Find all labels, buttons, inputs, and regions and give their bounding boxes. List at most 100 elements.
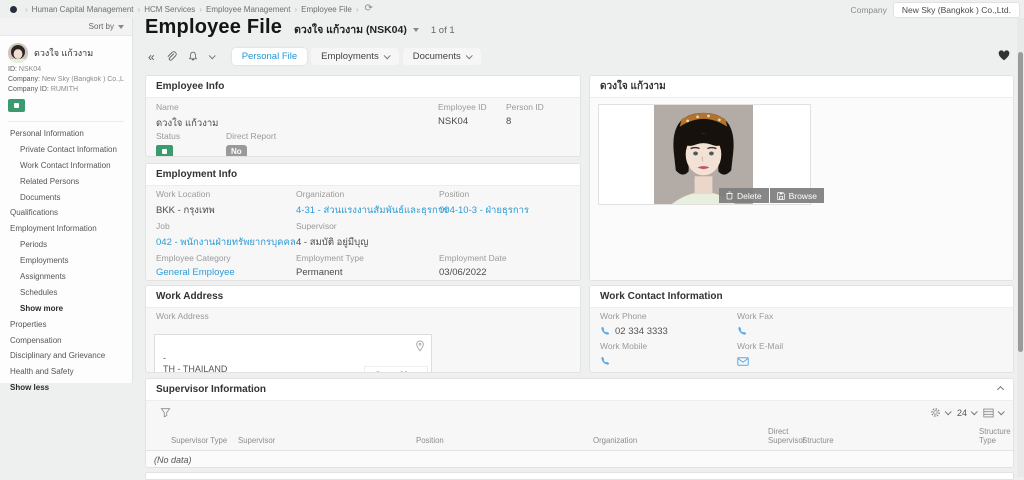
app-window: › Human Capital Management › HCM Service… bbox=[0, 0, 1024, 480]
location-pin-icon bbox=[415, 340, 425, 352]
vertical-scrollbar[interactable] bbox=[1017, 18, 1024, 477]
field-employment-type: Employment Type Permanent bbox=[296, 253, 364, 278]
gear-icon bbox=[931, 408, 940, 417]
field-employment-date: Employment Date 03/06/2022 bbox=[439, 253, 507, 278]
collapse-section-chevron-icon[interactable] bbox=[996, 385, 1005, 394]
field-direct-report: Direct Report No bbox=[226, 131, 277, 156]
column-organization[interactable]: Organization bbox=[593, 436, 637, 446]
tab-documents[interactable]: Documents bbox=[402, 48, 481, 65]
browse-icon bbox=[776, 191, 785, 200]
field-organization: Organization 4-31 - ส่วนแรงงานสัมพันธ์แล… bbox=[296, 189, 449, 218]
scrollbar-thumb[interactable] bbox=[1018, 52, 1023, 352]
company-value-dropdown[interactable]: New Sky (Bangkok ) Co.,Ltd. bbox=[892, 2, 1020, 18]
profile-company: Company: New Sky (Bangkok ) Co.,Ltd. bbox=[8, 76, 124, 83]
app-logo-icon[interactable] bbox=[10, 5, 17, 13]
collapse-panel-icon[interactable]: « bbox=[148, 51, 155, 63]
sidebar-item-health-safety[interactable]: Health and Safety bbox=[0, 364, 132, 380]
employee-profile-card[interactable]: ดวงใจ แก้วงาม ID: NSK04 Company: New Sky… bbox=[0, 36, 132, 122]
position-link[interactable]: 004-10-3 - ฝ่ายธุรการ bbox=[439, 203, 529, 218]
breadcrumb-item-hcm[interactable]: Human Capital Management bbox=[32, 5, 134, 14]
column-supervisor-type[interactable]: Supervisor Type bbox=[171, 436, 227, 446]
next-section-card-edge bbox=[145, 472, 1014, 480]
sidebar-item-disciplinary-grievance[interactable]: Disciplinary and Grievance bbox=[0, 348, 132, 364]
sidebar-item-qualifications[interactable]: Qualifications bbox=[0, 205, 132, 221]
sidebar-item-related-persons[interactable]: Related Persons bbox=[0, 174, 132, 190]
address-line-1: - bbox=[163, 353, 166, 363]
view-mode-selector[interactable] bbox=[983, 408, 1005, 418]
sidebar-item-documents[interactable]: Documents bbox=[0, 190, 132, 206]
field-person-id: Person ID 8 bbox=[506, 102, 544, 127]
sidebar-item-periods[interactable]: Periods bbox=[0, 237, 132, 253]
sidebar-item-private-contact-information[interactable]: Private Contact Information bbox=[0, 142, 132, 158]
organization-link[interactable]: 4-31 - ส่วนแรงงานสัมพันธ์และธุรการ bbox=[296, 203, 448, 218]
sidebar: Sort by ดวงใจ แก้วงาม ID: NSK04 Company:… bbox=[0, 18, 133, 392]
phone-icon bbox=[738, 326, 747, 335]
sidebar-item-employment-information[interactable]: Employment Information bbox=[0, 221, 132, 237]
filter-funnel-icon[interactable] bbox=[160, 407, 171, 418]
bell-dropdown-chevron-icon[interactable] bbox=[208, 52, 216, 60]
sidebar-item-properties[interactable]: Properties bbox=[0, 317, 132, 333]
breadcrumb-item-hcm-services[interactable]: HCM Services bbox=[144, 5, 195, 14]
sidebar-item-personal-information[interactable]: Personal Information bbox=[0, 126, 132, 142]
field-work-mobile: Work Mobile bbox=[600, 341, 647, 367]
work-address-card: Work Address Work Address - TH - THAILAN… bbox=[145, 285, 581, 373]
direct-report-badge: No bbox=[226, 145, 247, 156]
work-address-field-label: Work Address bbox=[156, 311, 209, 321]
field-name: Name ดวงใจ แก้วงาม bbox=[156, 102, 219, 129]
work-address-title: Work Address bbox=[156, 291, 224, 302]
company-label: Company bbox=[850, 5, 887, 15]
column-structure-type[interactable]: Structure Type bbox=[979, 427, 1013, 446]
work-phone-value[interactable]: 02 334 3333 bbox=[615, 326, 668, 337]
sidebar-item-employments[interactable]: Employments bbox=[0, 253, 132, 269]
sort-by-label: Sort by bbox=[88, 22, 114, 31]
record-count: 1 of 1 bbox=[430, 25, 455, 36]
column-supervisor[interactable]: Supervisor bbox=[238, 436, 275, 446]
chevron-down-icon bbox=[383, 52, 391, 60]
breadcrumb-separator: › bbox=[25, 4, 28, 14]
page-size-selector[interactable]: 24 bbox=[957, 408, 978, 418]
delete-photo-button[interactable]: Delete bbox=[719, 188, 769, 203]
open-map-button[interactable]: Open Map bbox=[364, 366, 428, 372]
refresh-icon[interactable]: ⟳ bbox=[365, 4, 373, 14]
photo-actions: Delete Browse bbox=[719, 188, 824, 203]
phone-icon bbox=[601, 326, 610, 335]
job-link[interactable]: 042 - พนักงานฝ่ายทรัพยากรบุคคล bbox=[156, 235, 296, 250]
caret-down-icon bbox=[412, 27, 419, 32]
table-settings-button[interactable] bbox=[930, 407, 952, 418]
employee-category-link[interactable]: General Employee bbox=[156, 267, 235, 278]
field-work-phone: Work Phone 02 334 3333 bbox=[600, 311, 668, 337]
breadcrumb-separator: › bbox=[199, 4, 202, 14]
envelope-icon bbox=[737, 356, 749, 366]
chevron-down-icon bbox=[970, 408, 978, 416]
tab-personal-file[interactable]: Personal File bbox=[231, 48, 308, 65]
breadcrumb-item-employee-management[interactable]: Employee Management bbox=[206, 5, 291, 14]
breadcrumb-item-employee-file[interactable]: Employee File bbox=[301, 5, 352, 14]
sort-by-button[interactable]: Sort by bbox=[0, 18, 132, 36]
sidebar-item-assignments[interactable]: Assignments bbox=[0, 269, 132, 285]
attachment-icon[interactable] bbox=[165, 50, 177, 63]
grid-view-icon bbox=[983, 408, 994, 417]
tab-bar: Personal File Employments Documents bbox=[231, 48, 481, 65]
favorite-heart-icon[interactable] bbox=[998, 50, 1010, 61]
column-structure[interactable]: Structure bbox=[802, 436, 834, 446]
field-position: Position 004-10-3 - ฝ่ายธุรการ bbox=[439, 189, 530, 218]
field-work-fax: Work Fax bbox=[737, 311, 773, 337]
tab-employments[interactable]: Employments bbox=[311, 48, 399, 65]
sidebar-item-schedules[interactable]: Schedules bbox=[0, 285, 132, 301]
employee-selector[interactable]: ดวงใจ แก้วงาม (NSK04) bbox=[294, 21, 419, 38]
page-title: Employee File bbox=[145, 16, 283, 38]
field-work-location: Work Location BKK - กรุงเทพ bbox=[156, 189, 215, 216]
profile-name: ดวงใจ แก้วงาม bbox=[34, 48, 94, 58]
column-position[interactable]: Position bbox=[416, 436, 444, 446]
supervisor-information-title: Supervisor Information bbox=[156, 384, 267, 395]
sidebar-item-show-less[interactable]: Show less bbox=[0, 380, 132, 396]
supervisor-information-card: Supervisor Information 24 Supervisor Typ… bbox=[145, 378, 1014, 468]
photo-card-title: ดวงใจ แก้วงาม bbox=[600, 81, 666, 92]
sidebar-item-work-contact-information[interactable]: Work Contact Information bbox=[0, 158, 132, 174]
browse-photo-button[interactable]: Browse bbox=[769, 188, 824, 203]
sidebar-item-compensation[interactable]: Compensation bbox=[0, 333, 132, 349]
notifications-bell-icon[interactable] bbox=[187, 50, 199, 63]
avatar bbox=[8, 43, 28, 63]
field-job: Job 042 - พนักงานฝ่ายทรัพยากรบุคคล bbox=[156, 221, 296, 250]
sidebar-item-show-more[interactable]: Show more bbox=[0, 301, 132, 317]
